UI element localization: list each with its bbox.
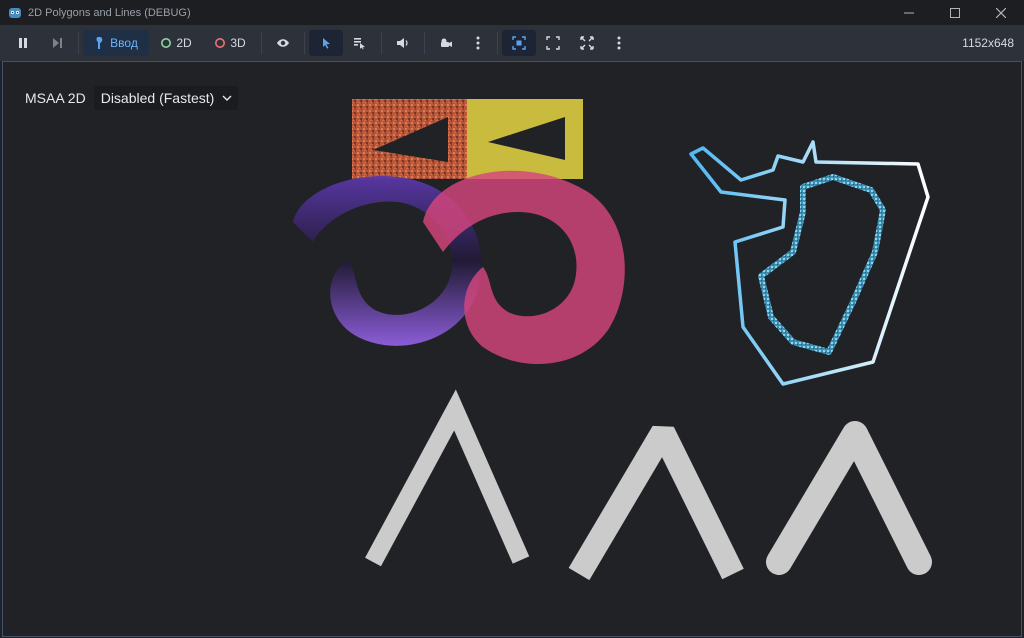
input-mode-label: Ввод (110, 36, 138, 50)
fill-screen-button[interactable] (570, 30, 604, 56)
gray-chevron-sharp (365, 389, 530, 567)
visibility-button[interactable] (266, 30, 300, 56)
next-frame-button[interactable] (40, 30, 74, 56)
toolbar-separator (261, 32, 262, 54)
list-select-button[interactable] (343, 30, 377, 56)
resolution-label: 1152x648 (962, 36, 1014, 50)
msaa-dropdown-value: Disabled (Fastest) (100, 90, 215, 106)
toolbar-separator (78, 32, 79, 54)
camera-options-button[interactable] (463, 30, 493, 56)
3d-ring-icon (215, 38, 226, 48)
gray-chevron-round (766, 421, 932, 575)
input-icon (96, 37, 103, 49)
screen-fill-icon (580, 36, 594, 50)
2d-mode-label: 2D (176, 36, 192, 50)
msaa-dropdown[interactable]: Disabled (Fastest) (93, 86, 239, 110)
mute-button[interactable] (386, 30, 420, 56)
gray-chevron-bevel (568, 425, 744, 581)
3d-mode-label: 3D (230, 36, 246, 50)
close-button[interactable] (978, 0, 1024, 25)
toolbar-separator (381, 32, 382, 54)
toolbar-separator (424, 32, 425, 54)
pause-button[interactable] (6, 30, 40, 56)
game-toolbar: Ввод 2D 3D 1152x648 (0, 25, 1024, 61)
list-select-icon (354, 38, 365, 50)
godot-icon (9, 7, 21, 18)
2d-ring-icon (161, 38, 172, 48)
step-icon (53, 38, 62, 48)
title-bar: 2D Polygons and Lines (DEBUG) (0, 0, 1024, 25)
input-mode-button[interactable]: Ввод (83, 30, 149, 56)
camera-override-button[interactable] (502, 30, 536, 56)
more-vertical-icon (476, 36, 480, 50)
3d-mode-button[interactable]: 3D (203, 30, 257, 56)
maximize-button[interactable] (932, 0, 978, 25)
minimize-icon (904, 12, 914, 13)
camera-button[interactable] (429, 30, 463, 56)
fit-screen-button[interactable] (536, 30, 570, 56)
eye-icon (277, 39, 289, 47)
pause-icon (19, 38, 27, 48)
close-icon (996, 7, 1006, 18)
2d-mode-button[interactable]: 2D (149, 30, 203, 56)
more-options-button[interactable] (604, 30, 634, 56)
msaa-row: MSAA 2D Disabled (Fastest) (25, 86, 239, 110)
minimize-button[interactable] (886, 0, 932, 25)
camera-override-icon (512, 36, 526, 50)
scene-canvas (293, 99, 932, 581)
select-mode-button[interactable] (309, 30, 343, 56)
screen-fit-icon (546, 36, 560, 50)
camera-icon (441, 38, 452, 47)
game-viewport[interactable]: MSAA 2D Disabled (Fastest) (2, 61, 1022, 637)
speaker-icon (397, 38, 408, 48)
msaa-label: MSAA 2D (25, 90, 86, 106)
chevron-down-icon (222, 95, 232, 101)
more-vertical-icon (617, 36, 621, 50)
select-arrow-icon (323, 38, 330, 49)
dotted-inner-outline (758, 174, 886, 355)
maximize-icon (950, 7, 960, 18)
toolbar-separator (497, 32, 498, 54)
toolbar-separator (304, 32, 305, 54)
window-title: 2D Polygons and Lines (DEBUG) (28, 6, 191, 19)
